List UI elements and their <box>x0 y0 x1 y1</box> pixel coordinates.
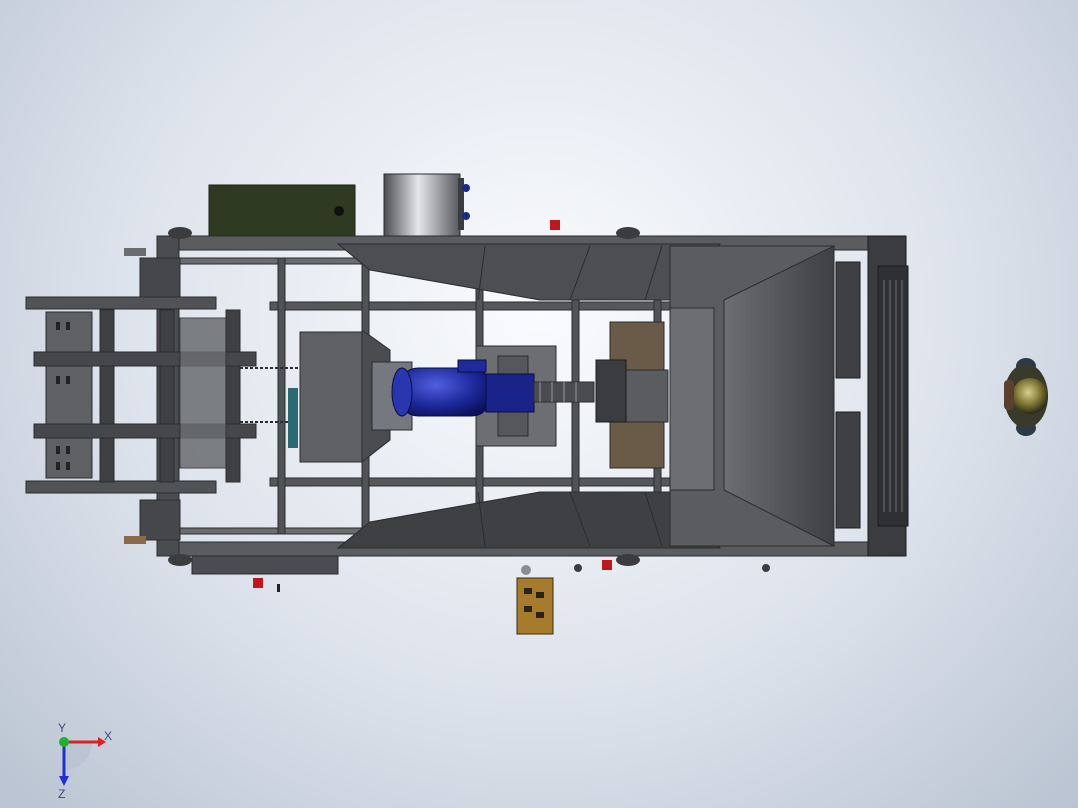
outlet-grille[interactable] <box>867 235 909 557</box>
triad-plane <box>64 742 92 770</box>
orientation-triad: X Y Z <box>58 721 112 800</box>
assembly-model[interactable] <box>0 0 1078 808</box>
y-axis-label: Y <box>58 721 66 735</box>
z-axis-head <box>59 776 69 786</box>
discharge-hopper[interactable] <box>669 245 861 547</box>
graphics-viewport[interactable]: X Y Z <box>0 0 1078 808</box>
y-axis-dot <box>59 737 69 747</box>
cylinder-tank[interactable] <box>383 173 470 237</box>
z-axis-label: Z <box>58 787 65 800</box>
x-axis-label: X <box>104 729 112 743</box>
electrical-box[interactable] <box>516 565 554 635</box>
human-figure[interactable] <box>1004 358 1048 436</box>
control-cabinet[interactable] <box>208 184 356 238</box>
